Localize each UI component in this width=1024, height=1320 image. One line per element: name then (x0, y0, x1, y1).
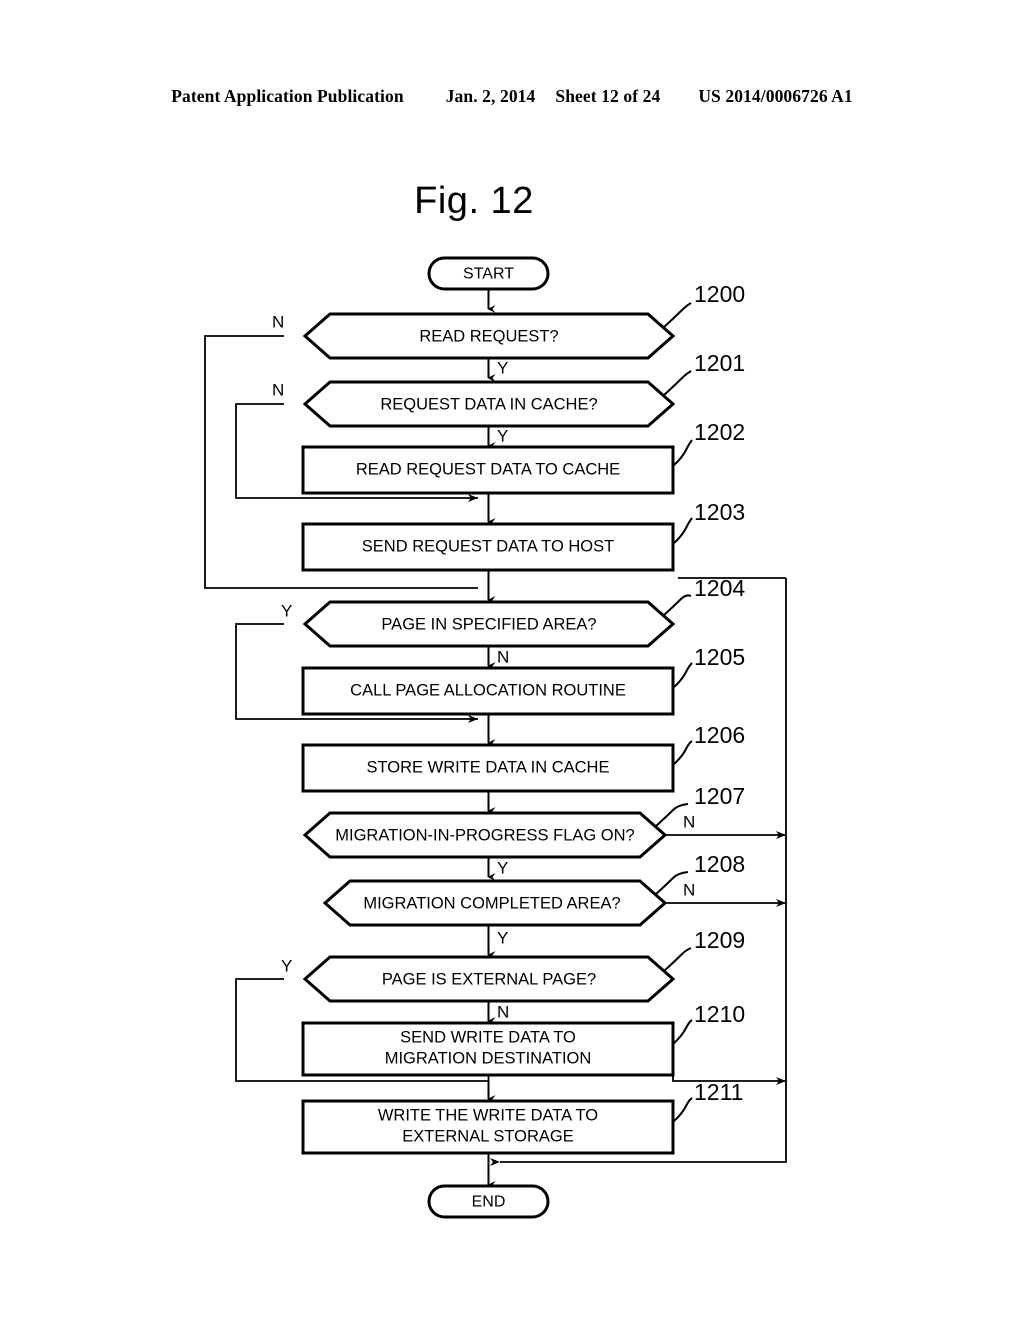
ref-1203: 1203 (694, 499, 745, 525)
node-1208: MIGRATION COMPLETED AREA? (322, 879, 668, 927)
ref-1205: 1205 (694, 644, 745, 670)
ref-1209: 1209 (694, 927, 745, 953)
node-1206-label: STORE WRITE DATA IN CACHE (367, 758, 610, 776)
leader-1201 (663, 370, 692, 396)
node-1211-label-line1: WRITE THE WRITE DATA TO (378, 1106, 598, 1124)
branch-label-1207-n: N (683, 812, 695, 831)
node-1200-label: READ REQUEST? (419, 327, 558, 345)
branch-label-1207-y: Y (497, 858, 508, 877)
node-1210-label-line1: SEND WRITE DATA TO (400, 1028, 576, 1046)
node-start-label: START (463, 266, 514, 283)
branch-label-1200-y: Y (497, 358, 508, 377)
branch-label-1209-y: Y (281, 956, 292, 975)
node-1209: PAGE IS EXTERNAL PAGE? (302, 955, 676, 1003)
node-1205-label: CALL PAGE ALLOCATION ROUTINE (350, 681, 626, 699)
leader-1209 (663, 947, 692, 972)
ref-1211: 1211 (694, 1079, 743, 1105)
leader-1202 (672, 439, 693, 467)
ref-1206: 1206 (694, 722, 745, 748)
node-1205: CALL PAGE ALLOCATION ROUTINE (301, 666, 675, 716)
node-start: START (427, 256, 550, 291)
patent-page: Patent Application Publication Jan. 2, 2… (0, 0, 1024, 1320)
node-1200: READ REQUEST? (302, 312, 676, 360)
branch-label-1208-y: Y (497, 928, 508, 947)
node-1203: SEND REQUEST DATA TO HOST (301, 522, 675, 572)
leader-1204 (663, 594, 692, 616)
branch-label-1204-n: N (497, 647, 509, 666)
ref-1204: 1204 (694, 575, 745, 601)
ref-1202: 1202 (694, 419, 745, 445)
ref-1208: 1208 (694, 851, 745, 877)
branch-label-1201-y: Y (497, 426, 508, 445)
node-end-label: END (472, 1194, 506, 1211)
branch-label-1208-n: N (683, 880, 695, 899)
node-1206: STORE WRITE DATA IN CACHE (301, 743, 675, 793)
leader-1211 (672, 1097, 693, 1123)
ref-1210: 1210 (694, 1001, 745, 1027)
node-1204: PAGE IN SPECIFIED AREA? (302, 600, 676, 648)
ref-1200: 1200 (694, 281, 745, 307)
leader-1203 (672, 517, 693, 545)
node-1202: READ REQUEST DATA TO CACHE (301, 445, 675, 495)
leader-1206 (672, 740, 693, 766)
node-1201: REQUEST DATA IN CACHE? (302, 380, 676, 428)
branch-label-1200-n: N (272, 312, 284, 331)
node-1210-label-line2: MIGRATION DESTINATION (385, 1049, 592, 1067)
ref-1207: 1207 (694, 783, 745, 809)
node-1211-label-line2: EXTERNAL STORAGE (402, 1127, 573, 1145)
node-1207: MIGRATION-IN-PROGRESS FLAG ON? (302, 811, 668, 859)
node-1211: WRITE THE WRITE DATA TO EXTERNAL STORAGE (301, 1099, 675, 1155)
flowchart-diagram: START READ REQUEST? N 1200 Y REQUEST DAT… (204, 256, 787, 1219)
node-1201-label: REQUEST DATA IN CACHE? (380, 395, 597, 413)
leader-1210 (672, 1019, 693, 1045)
node-1209-label: PAGE IS EXTERNAL PAGE? (382, 970, 596, 988)
node-1203-label: SEND REQUEST DATA TO HOST (362, 537, 614, 555)
branch-label-1204-y: Y (281, 601, 292, 620)
node-end: END (427, 1184, 550, 1219)
node-1204-label: PAGE IN SPECIFIED AREA? (381, 615, 596, 633)
node-1202-label: READ REQUEST DATA TO CACHE (356, 460, 620, 478)
ref-1201: 1201 (694, 350, 745, 376)
branch-label-1201-n: N (272, 380, 284, 399)
leader-1200 (663, 302, 692, 328)
node-1210: SEND WRITE DATA TO MIGRATION DESTINATION (301, 1021, 675, 1077)
node-1208-label: MIGRATION COMPLETED AREA? (363, 894, 620, 912)
node-1207-label: MIGRATION-IN-PROGRESS FLAG ON? (335, 826, 634, 844)
branch-label-1209-n: N (497, 1002, 509, 1021)
leader-1205 (672, 662, 693, 689)
